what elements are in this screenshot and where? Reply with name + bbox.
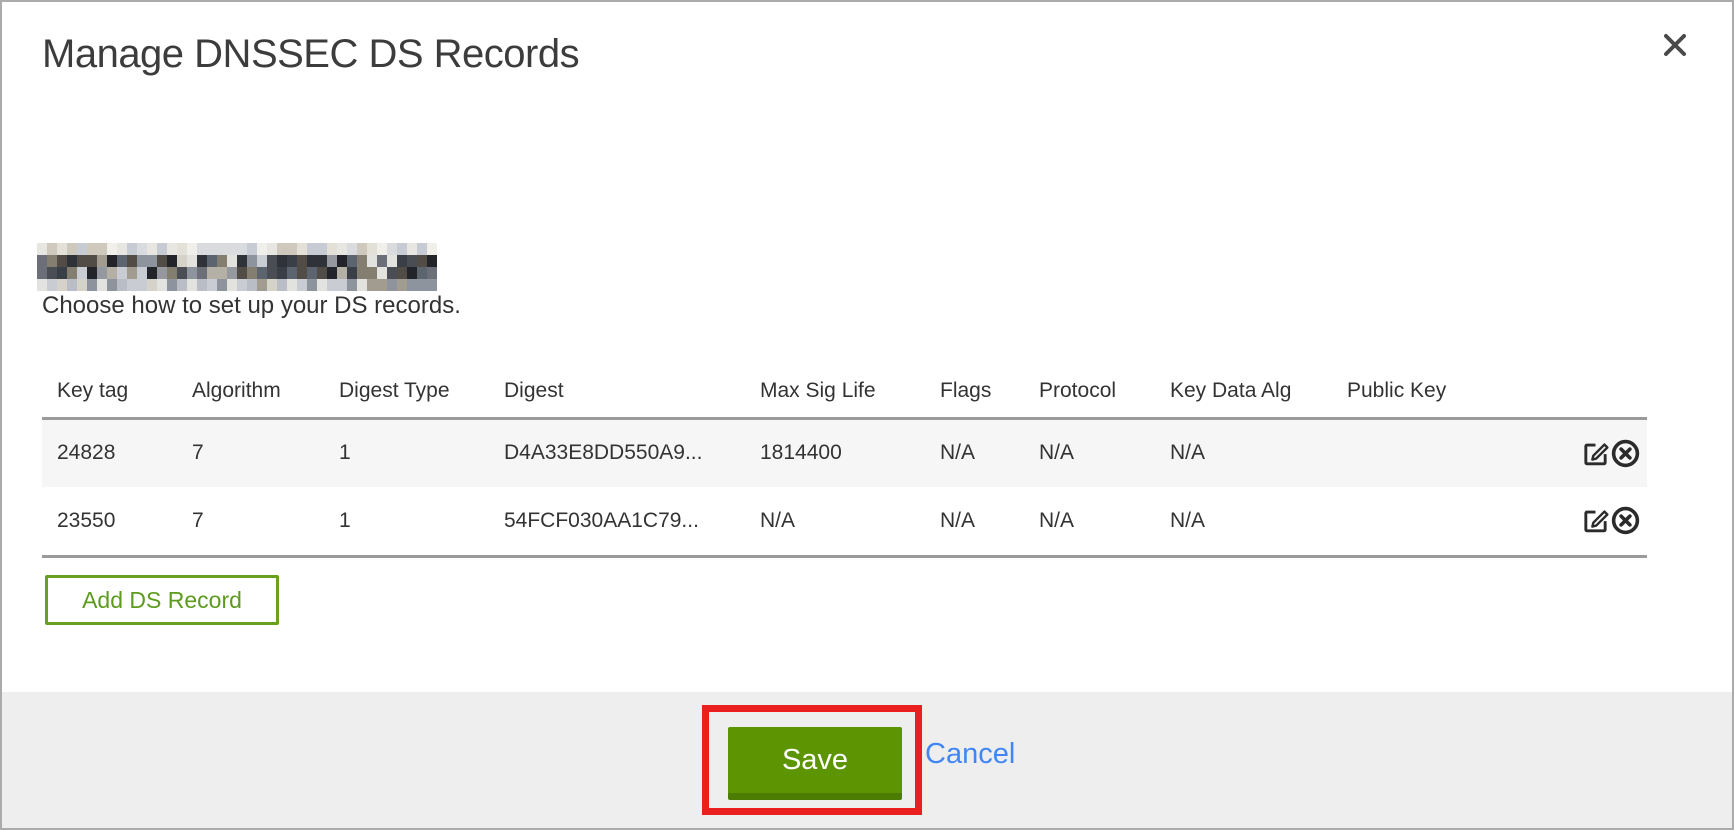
table-cell: N/A xyxy=(745,487,925,556)
table-cell: D4A33E8DD550A9... xyxy=(489,418,745,487)
column-header-digest-type: Digest Type xyxy=(324,372,489,418)
cancel-link[interactable]: Cancel xyxy=(925,738,1015,771)
row-actions xyxy=(1562,418,1647,487)
modal-footer: Save Cancel xyxy=(2,692,1732,828)
edit-icon[interactable] xyxy=(1581,439,1610,468)
save-button[interactable]: Save xyxy=(728,727,902,800)
table-cell: N/A xyxy=(1155,418,1332,487)
column-header-key-tag: Key tag xyxy=(42,372,177,418)
close-icon[interactable] xyxy=(1658,28,1692,62)
table-cell: 7 xyxy=(177,418,324,487)
delete-icon[interactable] xyxy=(1610,505,1641,536)
table-cell: N/A xyxy=(1155,487,1332,556)
table-cell: 54FCF030AA1C79... xyxy=(489,487,745,556)
add-ds-record-button[interactable]: Add DS Record xyxy=(45,575,279,625)
table-cell xyxy=(1332,418,1562,487)
table-cell: N/A xyxy=(925,418,1024,487)
edit-icon[interactable] xyxy=(1581,506,1610,535)
column-header-flags: Flags xyxy=(925,372,1024,418)
table-row: 2482871D4A33E8DD550A9...1814400N/AN/AN/A xyxy=(42,418,1647,487)
column-header-protocol: Protocol xyxy=(1024,372,1155,418)
table-cell: 7 xyxy=(177,487,324,556)
column-header-public-key: Public Key xyxy=(1332,372,1562,418)
table-cell: 1814400 xyxy=(745,418,925,487)
table-cell: N/A xyxy=(1024,487,1155,556)
page-title: Manage DNSSEC DS Records xyxy=(42,32,579,77)
column-header-algorithm: Algorithm xyxy=(177,372,324,418)
table-header-row: Key tagAlgorithmDigest TypeDigestMax Sig… xyxy=(42,372,1647,418)
column-header-max-sig-life: Max Sig Life xyxy=(745,372,925,418)
instruction-text: Choose how to set up your DS records. xyxy=(42,292,461,320)
table-cell: 23550 xyxy=(42,487,177,556)
table-cell: N/A xyxy=(1024,418,1155,487)
redacted-domain-name xyxy=(37,243,437,291)
row-actions xyxy=(1562,487,1647,556)
column-header-key-data-alg: Key Data Alg xyxy=(1155,372,1332,418)
table-cell: 1 xyxy=(324,487,489,556)
table-row: 235507154FCF030AA1C79...N/AN/AN/AN/A xyxy=(42,487,1647,556)
table-cell: 1 xyxy=(324,418,489,487)
delete-icon[interactable] xyxy=(1610,438,1641,469)
manage-dnssec-modal: Manage DNSSEC DS Records Choose how to s… xyxy=(2,2,1732,828)
table-cell xyxy=(1332,487,1562,556)
column-header-digest: Digest xyxy=(489,372,745,418)
ds-records-table: Key tagAlgorithmDigest TypeDigestMax Sig… xyxy=(42,372,1647,558)
annotation-highlight-box: Save xyxy=(702,705,922,815)
table-cell: N/A xyxy=(925,487,1024,556)
column-header-actions xyxy=(1562,372,1647,418)
table-cell: 24828 xyxy=(42,418,177,487)
